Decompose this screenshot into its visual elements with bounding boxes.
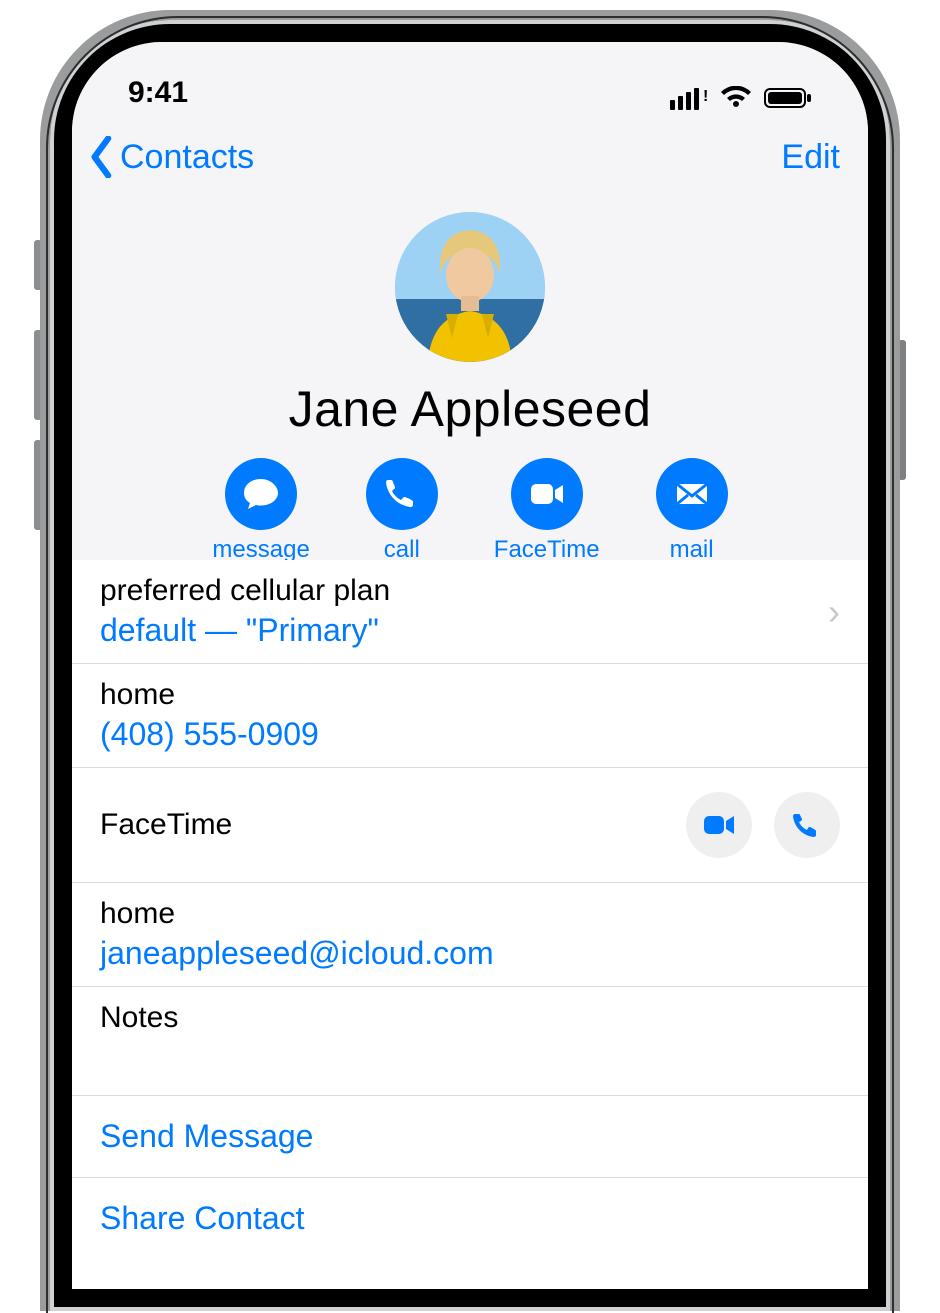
notes-label: Notes: [100, 1001, 840, 1035]
facetime-video-button[interactable]: [686, 792, 752, 858]
facetime-audio-button[interactable]: [774, 792, 840, 858]
nav-bar: Contacts Edit: [72, 122, 868, 192]
video-icon: [528, 475, 566, 513]
contact-header: Jane Appleseed message: [72, 192, 868, 591]
phone-value: (408) 555-0909: [100, 716, 840, 753]
email-label: home: [100, 897, 840, 931]
avatar-image: [395, 212, 545, 362]
phone-icon: [383, 475, 421, 513]
contact-name: Jane Appleseed: [289, 380, 652, 438]
chevron-left-icon: [88, 136, 116, 178]
mail-icon: [673, 475, 711, 513]
preferred-plan-row[interactable]: preferred cellular plan default — "Prima…: [72, 560, 868, 664]
message-button[interactable]: message: [212, 458, 309, 564]
svg-text:!: !: [703, 88, 708, 105]
status-time: 9:41: [128, 76, 188, 110]
facetime-row: FaceTime: [72, 768, 868, 883]
share-contact-label: Share Contact: [100, 1200, 840, 1237]
send-message-row[interactable]: Send Message: [72, 1096, 868, 1178]
edit-button[interactable]: Edit: [781, 138, 840, 177]
message-icon: [242, 475, 280, 513]
avatar[interactable]: [395, 212, 545, 362]
video-icon: [702, 808, 736, 842]
battery-icon: [764, 86, 812, 110]
cellular-signal-icon: !: [670, 86, 708, 110]
mail-button[interactable]: mail: [656, 458, 728, 564]
contact-details-list: preferred cellular plan default — "Prima…: [72, 560, 868, 1259]
phone-label: home: [100, 678, 840, 712]
call-button[interactable]: call: [366, 458, 438, 564]
device-frame: 9:41 !: [40, 10, 900, 1311]
send-message-label: Send Message: [100, 1118, 840, 1155]
share-contact-row[interactable]: Share Contact: [72, 1178, 868, 1259]
preferred-plan-label: preferred cellular plan: [100, 574, 840, 608]
chevron-right-icon: ›: [828, 591, 840, 633]
facetime-button[interactable]: FaceTime: [494, 458, 600, 564]
status-bar: 9:41 !: [72, 42, 868, 122]
email-value: janeappleseed@icloud.com: [100, 935, 840, 972]
back-button[interactable]: Contacts: [88, 136, 254, 178]
facetime-row-label: FaceTime: [100, 808, 232, 842]
preferred-plan-value: default — "Primary": [100, 612, 840, 649]
wifi-icon: [720, 86, 752, 110]
phone-icon: [790, 808, 824, 842]
email-row[interactable]: home janeappleseed@icloud.com: [72, 883, 868, 987]
notes-row[interactable]: Notes: [72, 986, 868, 1096]
back-label: Contacts: [120, 138, 254, 177]
phone-row[interactable]: home (408) 555-0909: [72, 664, 868, 768]
